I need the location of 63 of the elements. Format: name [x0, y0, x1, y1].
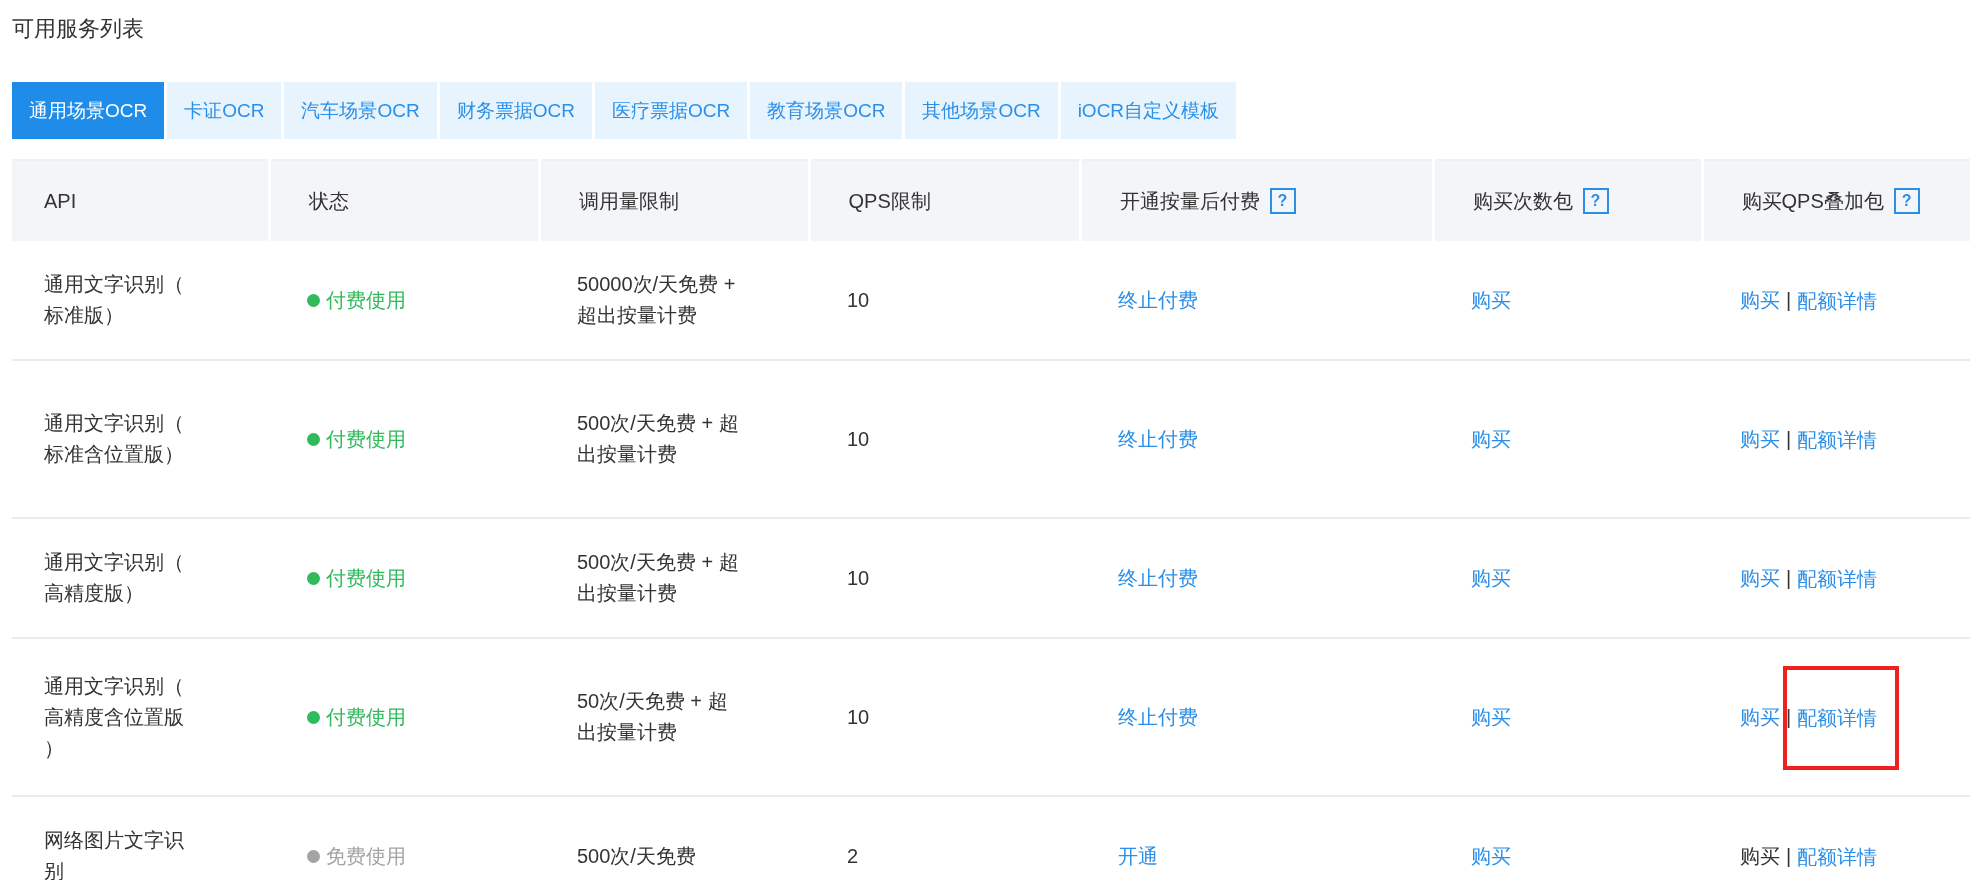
- postpaid-link[interactable]: 开通: [1118, 844, 1158, 867]
- postpaid-link[interactable]: 终止付费: [1118, 427, 1198, 450]
- api-name: 通用文字识别（标准含位置版）: [44, 411, 185, 467]
- qps-limit: 10: [847, 288, 870, 311]
- category-tab[interactable]: 医疗票据OCR: [594, 82, 748, 139]
- category-tab[interactable]: 其他场景OCR: [905, 82, 1058, 139]
- category-tab[interactable]: 教育场景OCR: [750, 82, 903, 139]
- quota-details-link[interactable]: 配额详情: [1797, 846, 1878, 869]
- quota-limit: 500次/天免费: [577, 843, 697, 869]
- qps-limit: 10: [847, 427, 870, 450]
- buy-pack-link[interactable]: 购买: [1471, 705, 1511, 728]
- separator: |: [1786, 427, 1792, 450]
- qps-limit: 10: [847, 705, 870, 728]
- category-tab[interactable]: iOCR自定义模板: [1060, 82, 1237, 139]
- quota-limit: 500次/天免费 + 超出按量计费: [577, 411, 740, 467]
- status-label: 付费使用: [326, 704, 406, 730]
- postpaid-link[interactable]: 终止付费: [1118, 566, 1198, 589]
- quota-details-link[interactable]: 配额详情: [1797, 429, 1878, 452]
- separator: |: [1786, 288, 1792, 311]
- status-label: 付费使用: [326, 565, 406, 591]
- column-header: QPS限制: [848, 189, 931, 212]
- buy-pack-link[interactable]: 购买: [1471, 288, 1511, 311]
- status-label: 免费使用: [326, 843, 406, 869]
- column-header: 购买次数包: [1472, 188, 1573, 214]
- postpaid-link[interactable]: 终止付费: [1118, 705, 1198, 728]
- column-header: 状态: [308, 189, 349, 212]
- quota-details-link[interactable]: 配额详情: [1797, 707, 1878, 730]
- quota-details-link[interactable]: 配额详情: [1797, 290, 1878, 313]
- separator: |: [1786, 844, 1792, 867]
- quota-details-link[interactable]: 配额详情: [1797, 568, 1878, 591]
- category-tab[interactable]: 通用场景OCR: [12, 82, 165, 139]
- buy-pack-link[interactable]: 购买: [1471, 844, 1511, 867]
- qps-limit: 10: [847, 566, 870, 589]
- api-name: 通用文字识别（高精度版）: [44, 550, 185, 606]
- column-header: 开通按量后付费: [1119, 188, 1260, 214]
- quota-limit: 50次/天免费 + 超出按量计费: [577, 689, 729, 745]
- column-header: 购买QPS叠加包: [1741, 188, 1884, 214]
- buy-qps-link[interactable]: 购买: [1740, 288, 1780, 311]
- category-tab[interactable]: 卡证OCR: [167, 82, 282, 139]
- api-name: 网络图片文字识别: [44, 828, 185, 880]
- buy-qps-link[interactable]: 购买: [1740, 705, 1780, 728]
- help-icon[interactable]: ?: [1893, 188, 1920, 214]
- help-icon[interactable]: ?: [1269, 188, 1296, 214]
- buy-pack-link[interactable]: 购买: [1471, 566, 1511, 589]
- category-tab[interactable]: 汽车场景OCR: [284, 82, 437, 139]
- status-label: 付费使用: [326, 287, 406, 313]
- category-tab[interactable]: 财务票据OCR: [439, 82, 592, 139]
- help-icon[interactable]: ?: [1582, 188, 1609, 214]
- status-label: 付费使用: [326, 426, 406, 452]
- buy-pack-link[interactable]: 购买: [1471, 427, 1511, 450]
- quota-limit: 50000次/天免费 + 超出按量计费: [577, 272, 737, 328]
- quota-limit: 500次/天免费 + 超出按量计费: [577, 550, 740, 606]
- separator: |: [1786, 566, 1792, 589]
- postpaid-link[interactable]: 终止付费: [1118, 288, 1198, 311]
- buy-qps-link[interactable]: 购买: [1740, 427, 1780, 450]
- separator: |: [1786, 705, 1792, 728]
- page-title: 可用服务列表: [11, 15, 145, 43]
- api-name: 通用文字识别（高精度含位置版）: [44, 673, 185, 761]
- buy-qps-link[interactable]: 购买: [1740, 566, 1780, 589]
- api-name: 通用文字识别（标准版）: [44, 272, 185, 328]
- column-header: 调用量限制: [578, 189, 679, 212]
- column-header: API: [44, 189, 77, 212]
- qps-limit: 2: [847, 844, 859, 867]
